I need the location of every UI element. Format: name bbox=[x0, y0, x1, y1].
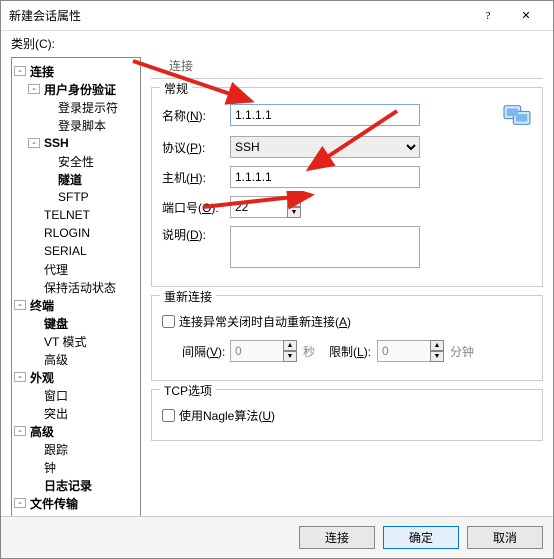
desc-label: 说明(D): bbox=[162, 226, 230, 243]
tree-terminal[interactable]: -终端 bbox=[14, 296, 138, 314]
tree-advanced-terminal[interactable]: 高级 bbox=[28, 350, 138, 368]
tree-vtmodes[interactable]: VT 模式 bbox=[28, 332, 138, 350]
tree-advanced[interactable]: -高级 bbox=[14, 422, 138, 440]
tab-connect[interactable]: 连接 bbox=[159, 54, 203, 78]
dialog-footer: 连接 确定 取消 bbox=[1, 516, 553, 558]
group-reconnect: 重新连接 连接异常关闭时自动重新连接(A) 间隔(V): ▲▼ 秒 限制(L):… bbox=[151, 295, 543, 381]
device-icon bbox=[502, 102, 532, 128]
spin-up-icon[interactable]: ▲ bbox=[287, 196, 301, 207]
close-button[interactable]: ✕ bbox=[507, 1, 545, 31]
tree-ssh[interactable]: -SSH bbox=[28, 134, 138, 152]
spin-down-icon[interactable]: ▼ bbox=[287, 207, 301, 218]
tree-security[interactable]: 安全性 bbox=[42, 152, 138, 170]
host-label: 主机(H): bbox=[162, 169, 230, 186]
tree-auth[interactable]: -用户身份验证 bbox=[28, 80, 138, 98]
interval-input bbox=[230, 340, 284, 362]
titlebar: 新建会话属性 ? ✕ bbox=[1, 1, 553, 31]
nagle-checkbox[interactable] bbox=[162, 409, 175, 422]
protocol-select[interactable]: SSH bbox=[230, 136, 420, 158]
port-label: 端口号(O): bbox=[162, 199, 230, 216]
main-panel: 连接 常规 名称(N): 协议(P): bbox=[151, 57, 543, 516]
ok-button[interactable]: 确定 bbox=[383, 526, 459, 549]
interval-label: 间隔(V): bbox=[182, 343, 230, 360]
limit-input bbox=[377, 340, 431, 362]
nagle-label: 使用Nagle算法(U) bbox=[179, 407, 275, 424]
group-tcp: TCP选项 使用Nagle算法(U) bbox=[151, 389, 543, 441]
port-spinner[interactable]: ▲▼ bbox=[287, 196, 301, 218]
tree-keyboard[interactable]: 键盘 bbox=[28, 314, 138, 332]
tree-telnet[interactable]: TELNET bbox=[28, 206, 138, 224]
name-input[interactable] bbox=[230, 104, 420, 126]
tree-trace[interactable]: 跟踪 bbox=[28, 440, 138, 458]
minutes-label: 分钟 bbox=[450, 343, 474, 360]
tree-sftp[interactable]: SFTP bbox=[42, 188, 138, 206]
interval-spinner: ▲▼ bbox=[283, 340, 297, 362]
auto-reconnect-label: 连接异常关闭时自动重新连接(A) bbox=[179, 313, 351, 330]
tab-bar: 连接 bbox=[151, 57, 543, 79]
tree-connection[interactable]: -连接 bbox=[14, 62, 138, 80]
tree-appearance[interactable]: -外观 bbox=[14, 368, 138, 386]
connect-button[interactable]: 连接 bbox=[299, 526, 375, 549]
tree-proxy[interactable]: 代理 bbox=[28, 260, 138, 278]
name-label: 名称(N): bbox=[162, 107, 230, 124]
host-input[interactable] bbox=[230, 166, 420, 188]
tree-serial[interactable]: SERIAL bbox=[28, 242, 138, 260]
group-general: 常规 名称(N): 协议(P): SSH bbox=[151, 87, 543, 287]
tree-rlogin[interactable]: RLOGIN bbox=[28, 224, 138, 242]
category-label: 类别(C): bbox=[11, 35, 55, 52]
seconds-label: 秒 bbox=[303, 343, 315, 360]
tree-loginprompt[interactable]: 登录提示符 bbox=[42, 98, 138, 116]
tree-highlight[interactable]: 突出 bbox=[28, 404, 138, 422]
cancel-button[interactable]: 取消 bbox=[467, 526, 543, 549]
tree-loginscript[interactable]: 登录脚本 bbox=[42, 116, 138, 134]
dialog-window: 新建会话属性 ? ✕ 类别(C): -连接 -用户身份验证 登录提示符 登录脚本 bbox=[0, 0, 554, 559]
group-general-title: 常规 bbox=[160, 80, 192, 97]
tree-logging[interactable]: 日志记录 bbox=[28, 476, 138, 494]
window-title: 新建会话属性 bbox=[9, 7, 469, 24]
group-reconnect-title: 重新连接 bbox=[160, 288, 216, 305]
tree-bell[interactable]: 钟 bbox=[28, 458, 138, 476]
auto-reconnect-checkbox[interactable] bbox=[162, 315, 175, 328]
port-input[interactable] bbox=[230, 196, 288, 218]
protocol-label: 协议(P): bbox=[162, 139, 230, 156]
content-area: -连接 -用户身份验证 登录提示符 登录脚本 -SSH 安全性 隧道 bbox=[1, 31, 553, 516]
tree-filetransfer[interactable]: -文件传输 bbox=[14, 494, 138, 512]
limit-spinner: ▲▼ bbox=[430, 340, 444, 362]
desc-textarea[interactable] bbox=[230, 226, 420, 268]
tree-keepalive[interactable]: 保持活动状态 bbox=[28, 278, 138, 296]
group-tcp-title: TCP选项 bbox=[160, 382, 216, 399]
limit-label: 限制(L): bbox=[329, 343, 377, 360]
tree-window[interactable]: 窗口 bbox=[28, 386, 138, 404]
category-tree[interactable]: -连接 -用户身份验证 登录提示符 登录脚本 -SSH 安全性 隧道 bbox=[11, 57, 141, 516]
tree-tunnel[interactable]: 隧道 bbox=[42, 170, 138, 188]
help-button[interactable]: ? bbox=[469, 1, 507, 31]
